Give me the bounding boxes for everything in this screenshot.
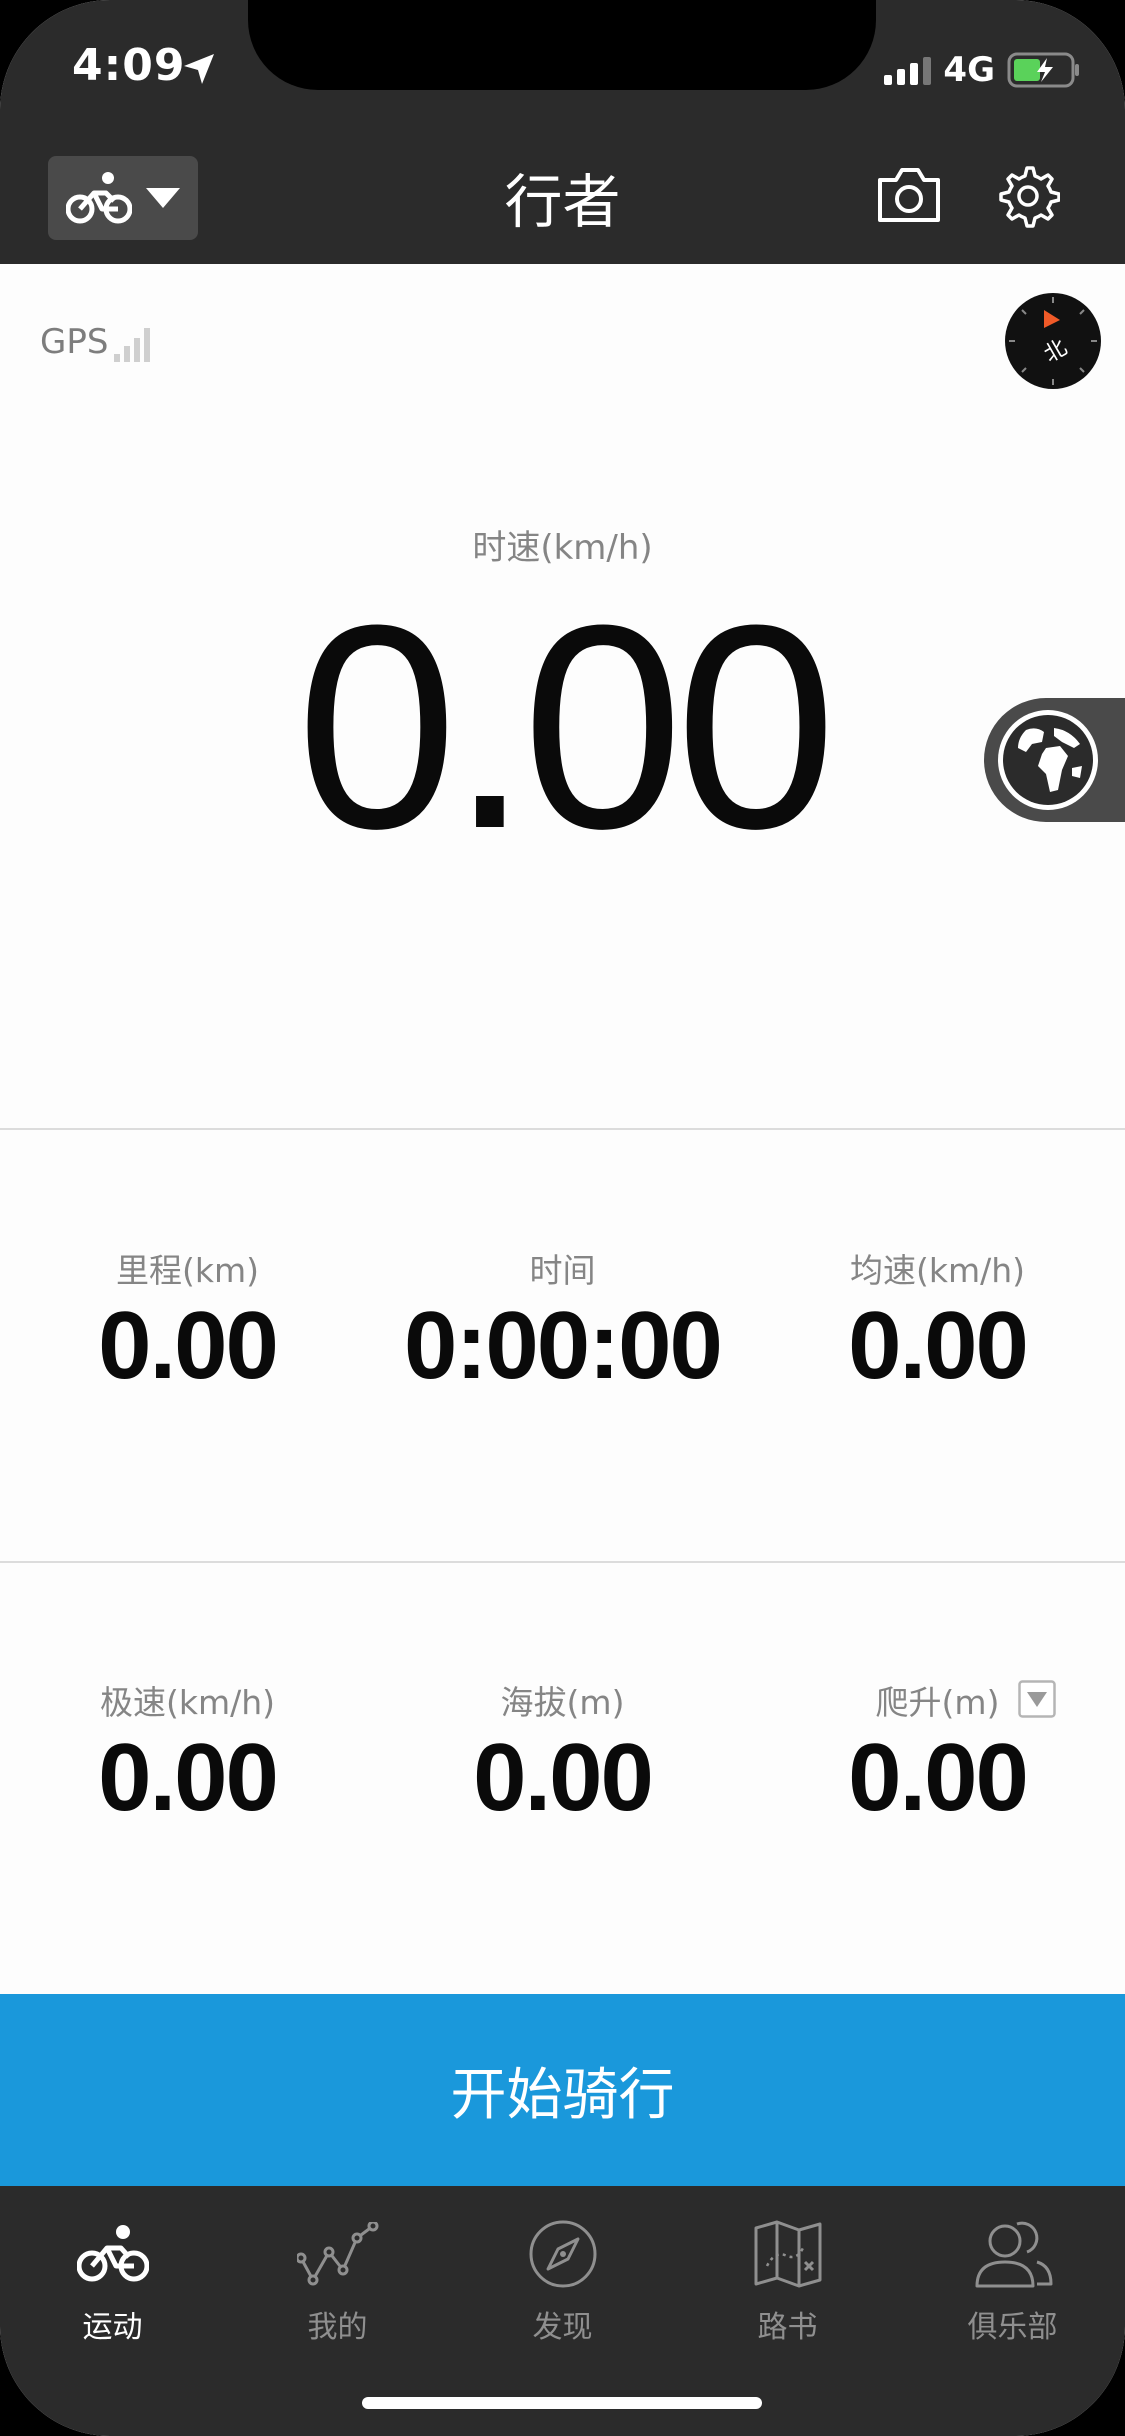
stat-altitude: 海拔(m) 0.00 [375, 1676, 750, 1829]
gps-signal-icon [114, 328, 151, 362]
stat-label: 极速(km/h) [99, 1683, 276, 1722]
stat-climb[interactable]: 爬升(m) 0.00 [750, 1676, 1125, 1829]
status-time: 4:09 [72, 40, 186, 91]
speed-value: 0.00 [296, 565, 836, 889]
stat-value: 0.00 [98, 1724, 279, 1831]
tab-label: 路书 [757, 2310, 818, 2345]
stat-time: 时间 0:00:00 [375, 1244, 750, 1397]
network-label: 4G [943, 50, 995, 90]
stat-avg-speed: 均速(km/h) 0.00 [750, 1244, 1125, 1397]
location-arrow-icon [184, 54, 214, 84]
stat-distance: 里程(km) 0.00 [0, 1244, 375, 1397]
compass-icon [529, 2220, 596, 2288]
tab-label: 俱乐部 [967, 2310, 1058, 2345]
stat-label: 时间 [529, 1251, 596, 1290]
gear-icon[interactable] [996, 164, 1060, 228]
divider [0, 1128, 1125, 1130]
people-icon [975, 2221, 1052, 2288]
notch [248, 0, 876, 90]
stat-label: 爬升(m) [875, 1683, 1000, 1722]
stat-value: 0.00 [848, 1292, 1029, 1399]
stat-value: 0.00 [848, 1724, 1029, 1831]
bike-icon [76, 2225, 149, 2282]
tab-label: 运动 [82, 2310, 143, 2345]
map-icon [754, 2220, 821, 2288]
tab-sport[interactable]: 运动 [0, 2214, 225, 2346]
stat-label: 里程(km) [115, 1251, 259, 1290]
trend-icon [296, 2222, 378, 2286]
dashboard: GPS 北 时速(km/h) 0.00 里程(km) 0.00 时间 0:00:… [0, 264, 1125, 1994]
status-right: 4G [884, 50, 1081, 90]
gps-label: GPS [40, 322, 109, 362]
gps-indicator: GPS [40, 322, 151, 362]
map-toggle-button[interactable] [984, 698, 1125, 822]
stat-value: 0.00 [98, 1292, 279, 1399]
tab-mine[interactable]: 我的 [225, 2214, 450, 2346]
camera-icon[interactable] [876, 166, 942, 224]
signal-icon [884, 55, 932, 85]
stat-value: 0:00:00 [404, 1292, 723, 1399]
tab-club[interactable]: 俱乐部 [900, 2214, 1125, 2346]
speed-label: 时速(km/h) [472, 528, 653, 568]
tab-discover[interactable]: 发现 [450, 2214, 675, 2346]
stat-label: 海拔(m) [500, 1683, 625, 1722]
battery-icon [1007, 52, 1079, 88]
start-ride-button[interactable]: 开始骑行 [0, 1994, 1125, 2186]
tab-label: 发现 [532, 2310, 593, 2345]
home-indicator[interactable] [362, 2397, 762, 2409]
stat-value: 0.00 [473, 1724, 654, 1831]
page-title: 行者 [504, 168, 621, 236]
dropdown-icon[interactable] [1018, 1680, 1056, 1718]
divider [0, 1561, 1125, 1563]
tab-label: 我的 [307, 2310, 368, 2345]
stat-max-speed: 极速(km/h) 0.00 [0, 1676, 375, 1829]
phone-screen: 4:09 4G 行者 GPS 北 时速(km/h) 0.00 里程(km) 0.… [0, 0, 1125, 2436]
compass-icon[interactable]: 北 [1004, 292, 1102, 390]
stat-label: 均速(km/h) [849, 1251, 1026, 1290]
tab-roadbook[interactable]: 路书 [675, 2214, 900, 2346]
globe-icon [998, 710, 1098, 810]
